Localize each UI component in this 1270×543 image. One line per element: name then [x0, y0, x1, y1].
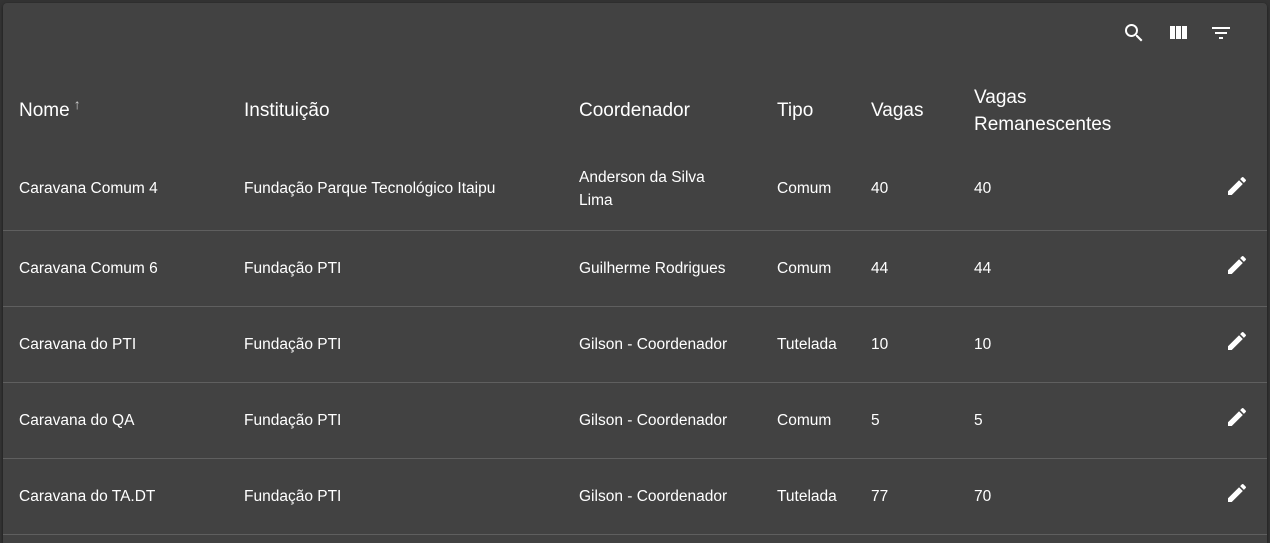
cell-vagas: 44 — [871, 259, 889, 277]
table-toolbar — [3, 3, 1267, 65]
column-header-vagas-remanescentes[interactable]: Vagas Remanescentes — [974, 73, 1164, 148]
cell-actions — [1164, 230, 1267, 306]
column-header-label: Tipo — [777, 100, 814, 121]
cell-tipo: Tutelada — [777, 335, 837, 353]
cell-coordenador: Gilson - Coordenador — [579, 487, 728, 505]
cell-vagas: 40 — [871, 180, 889, 198]
column-header-vagas[interactable]: Vagas — [871, 73, 974, 148]
column-header-tipo[interactable]: Tipo — [777, 73, 871, 148]
cell-tipo: Tutelada — [777, 487, 837, 505]
cell-instituicao: Fundação Parque Tecnológico Itaipu — [244, 180, 496, 198]
cell-tipo: Comum — [777, 259, 832, 277]
edit-icon — [1228, 407, 1247, 426]
column-header-actions — [1164, 73, 1267, 148]
cell-coordenador: Gilson - Coordenador — [579, 411, 728, 429]
cell-actions — [1164, 382, 1267, 458]
table-row: Caravana Comum 4 Fundação Parque Tecnoló… — [3, 148, 1267, 230]
edit-icon — [1228, 331, 1247, 350]
filter-icon — [1212, 27, 1230, 39]
column-header-instituicao[interactable]: Instituição — [244, 73, 579, 148]
cell-nome: Caravana Comum 4 — [19, 180, 158, 198]
edit-icon — [1228, 255, 1247, 274]
cell-vagas-remanescentes: 5 — [974, 411, 983, 429]
table-row: Caravana do QA Fundação PTI Gilson - Coo… — [3, 382, 1267, 458]
column-header-label: Vagas — [871, 100, 924, 121]
cell-instituicao: Fundação PTI — [244, 411, 342, 429]
cell-actions — [1164, 148, 1267, 230]
cell-nome: Caravana do QA — [19, 411, 135, 429]
edit-button[interactable] — [1224, 480, 1250, 506]
edit-icon — [1228, 483, 1247, 502]
edit-button[interactable] — [1224, 173, 1250, 199]
cell-tipo: Comum — [777, 411, 832, 429]
caravanas-table: Nome ↑ Instituição Coordenador Tipo Vagas… — [3, 73, 1267, 535]
cell-vagas-remanescentes: 70 — [974, 487, 992, 505]
column-header-nome[interactable]: Nome ↑ — [3, 73, 244, 148]
cell-coordenador: Gilson - Coordenador — [579, 335, 728, 353]
cell-vagas-remanescentes: 44 — [974, 259, 992, 277]
column-header-label: Coordenador — [579, 100, 690, 121]
view-column-icon — [1170, 26, 1187, 39]
cell-instituicao: Fundação PTI — [244, 487, 342, 505]
cell-actions — [1164, 458, 1267, 534]
table-row: Caravana do TA.DT Fundação PTI Gilson - … — [3, 458, 1267, 534]
column-header-label: Nome — [19, 100, 70, 121]
header-row: Nome ↑ Instituição Coordenador Tipo Vagas… — [3, 73, 1267, 148]
cell-actions — [1164, 306, 1267, 382]
column-header-label: Instituição — [244, 100, 330, 121]
cell-vagas: 77 — [871, 487, 889, 505]
cell-coordenador-text: Anderson da Silva Lima — [579, 168, 705, 209]
search-icon — [1125, 24, 1143, 42]
cell-instituicao: Fundação PTI — [244, 259, 342, 277]
view-columns-button[interactable] — [1165, 20, 1191, 46]
cell-tipo: Comum — [777, 180, 832, 198]
cell-nome: Caravana do PTI — [19, 335, 137, 353]
cell-vagas-remanescentes: 40 — [974, 180, 992, 198]
edit-button[interactable] — [1224, 252, 1250, 278]
table-row: Caravana do PTI Fundação PTI Gilson - Co… — [3, 306, 1267, 382]
cell-nome: Caravana Comum 6 — [19, 259, 158, 277]
cell-coordenador: Anderson da Silva Lima — [579, 148, 777, 230]
search-button[interactable] — [1121, 20, 1147, 46]
sort-ascending-icon: ↑ — [73, 96, 81, 112]
edit-button[interactable] — [1224, 328, 1250, 354]
table-panel: Nome ↑ Instituição Coordenador Tipo Vagas… — [3, 3, 1267, 543]
cell-nome: Caravana do TA.DT — [19, 487, 156, 505]
column-header-coordenador[interactable]: Coordenador — [579, 73, 777, 148]
cell-vagas: 5 — [871, 411, 880, 429]
column-header-label: Vagas Remanescentes — [974, 86, 1112, 135]
cell-instituicao: Fundação PTI — [244, 335, 342, 353]
cell-coordenador: Guilherme Rodrigues — [579, 259, 726, 277]
edit-icon — [1228, 176, 1247, 195]
cell-vagas: 10 — [871, 335, 889, 353]
cell-vagas-remanescentes: 10 — [974, 335, 992, 353]
table-row: Caravana Comum 6 Fundação PTI Guilherme … — [3, 230, 1267, 306]
edit-button[interactable] — [1224, 404, 1250, 430]
filter-button[interactable] — [1208, 20, 1234, 46]
